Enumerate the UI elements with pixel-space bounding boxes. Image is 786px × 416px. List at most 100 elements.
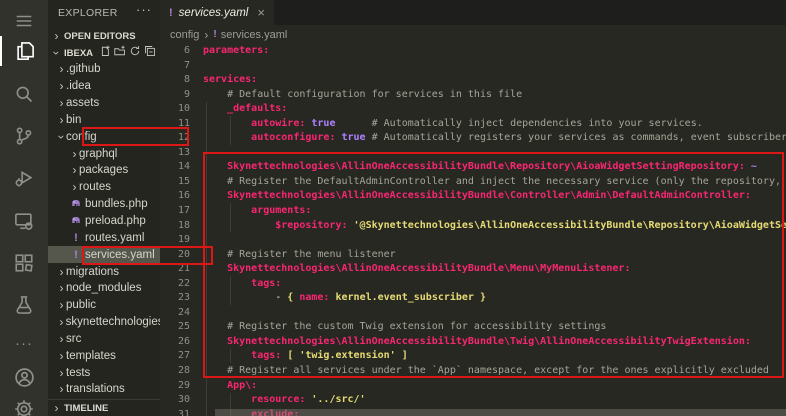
tree-item-bin[interactable]: › bin bbox=[48, 112, 160, 129]
line-number: 11 bbox=[177, 117, 190, 129]
code-line-text[interactable]: App\: bbox=[203, 379, 257, 394]
tree-item-label: routes.yaml bbox=[85, 231, 145, 244]
new-file-icon[interactable] bbox=[99, 45, 111, 57]
code-line-15: 15 # Register the DefaultAdminController… bbox=[160, 175, 786, 190]
tree-item-services-yaml[interactable]: ! services.yaml bbox=[48, 246, 160, 264]
php-file-icon bbox=[70, 197, 82, 212]
code-line-text[interactable]: # Register the custom Twig extension for… bbox=[203, 320, 606, 335]
line-number: 27 bbox=[177, 350, 190, 362]
tree-item-label: config bbox=[66, 130, 97, 143]
code-line-text[interactable]: autoconfigure: true # Automatically regi… bbox=[203, 131, 786, 146]
code-line-25: 25 # Register the custom Twig extension … bbox=[160, 320, 786, 335]
tree-item-skynettechnologies[interactable]: › skynettechnologies bbox=[48, 314, 160, 331]
code-line-text[interactable]: services: bbox=[203, 73, 257, 88]
breadcrumb-file[interactable]: services.yaml bbox=[221, 29, 288, 41]
explorer-icon[interactable] bbox=[0, 36, 48, 66]
collapse-all-icon[interactable] bbox=[144, 45, 156, 57]
code-line-text[interactable]: arguments: bbox=[203, 204, 311, 219]
code-line-text[interactable]: # Default configuration for services in … bbox=[203, 88, 522, 103]
horizontal-scrollbar[interactable] bbox=[215, 409, 786, 416]
code-line-text[interactable]: _defaults: bbox=[203, 102, 287, 117]
tree-item-graphql[interactable]: › graphql bbox=[48, 145, 160, 162]
tree-item-public[interactable]: › public bbox=[48, 297, 160, 314]
tree-item-routes[interactable]: › routes bbox=[48, 179, 160, 196]
code-line-8: 8 services: bbox=[160, 73, 786, 88]
account-icon[interactable] bbox=[0, 362, 48, 392]
code-line-text[interactable]: # Register all services under the `App` … bbox=[203, 364, 769, 379]
tree-item-label: preload.php bbox=[85, 215, 146, 228]
breadcrumb-config[interactable]: config bbox=[170, 29, 199, 41]
code-line-11: 11 autowire: true # Automatically inject… bbox=[160, 117, 786, 132]
line-number: 12 bbox=[177, 132, 190, 144]
new-folder-icon[interactable] bbox=[114, 45, 126, 57]
extensions-icon[interactable] bbox=[0, 248, 48, 278]
menu-icon[interactable] bbox=[0, 6, 48, 36]
tree-item-bundles-php[interactable]: bundles.php bbox=[48, 196, 160, 213]
yaml-file-icon: ! bbox=[169, 6, 173, 19]
code-line-6: 6 parameters: bbox=[160, 44, 786, 59]
line-number: 15 bbox=[177, 175, 190, 187]
code-line-text[interactable]: Skynettechnologies\AllinOneAccessibility… bbox=[203, 160, 757, 175]
code-line-14: 14 Skynettechnologies\AllinOneAccessibil… bbox=[160, 160, 786, 175]
settings-gear-icon[interactable] bbox=[0, 394, 48, 416]
yaml-file-icon: ! bbox=[74, 231, 78, 244]
tree-item-routes-yaml[interactable]: ! routes.yaml bbox=[48, 229, 160, 246]
line-number: 21 bbox=[177, 263, 190, 275]
tree-item-templates[interactable]: › templates bbox=[48, 347, 160, 364]
chevron-right-icon: › bbox=[59, 281, 64, 296]
code-line-text[interactable]: Skynettechnologies\AllinOneAccessibility… bbox=[203, 335, 751, 350]
code-line-text[interactable]: # Register the DefaultAdminController an… bbox=[203, 175, 781, 190]
workspace-label: IBEXA bbox=[64, 47, 94, 59]
tree-item-label: .idea bbox=[66, 80, 91, 93]
tree-item--github[interactable]: › .github bbox=[48, 61, 160, 78]
tree-item-tests[interactable]: › tests bbox=[48, 364, 160, 381]
open-editors-label: OPEN EDITORS bbox=[64, 30, 136, 42]
tree-item--idea[interactable]: › .idea bbox=[48, 78, 160, 95]
code-line-29: 29 App\: bbox=[160, 379, 786, 394]
tab-services-yaml[interactable]: ! services.yaml × bbox=[160, 0, 274, 25]
code-line-text[interactable]: parameters: bbox=[203, 44, 269, 59]
code-line-26: 26 Skynettechnologies\AllinOneAccessibil… bbox=[160, 335, 786, 350]
activity-bar: ··· bbox=[0, 0, 48, 416]
line-number: 7 bbox=[183, 59, 190, 71]
tree-item-src[interactable]: › src bbox=[48, 331, 160, 348]
refresh-icon[interactable] bbox=[129, 45, 141, 57]
yaml-file-icon: ! bbox=[74, 248, 78, 261]
more-icon[interactable]: ··· bbox=[0, 328, 48, 358]
code-line-28: 28 # Register all services under the `Ap… bbox=[160, 364, 786, 379]
code-line-text[interactable]: - { name: kernel.event_subscriber } bbox=[203, 291, 486, 306]
chevron-down-icon: › bbox=[49, 51, 64, 55]
code-line-text[interactable]: resource: '../src/' bbox=[203, 393, 365, 408]
code-line-text[interactable]: tags: [ 'twig.extension' ] bbox=[203, 349, 408, 364]
search-icon[interactable] bbox=[0, 79, 48, 109]
tree-item-label: bin bbox=[66, 113, 82, 126]
file-tree: › .github › .idea › assets › bin › config › graphql… bbox=[48, 61, 160, 398]
close-icon[interactable]: × bbox=[257, 6, 265, 19]
run-debug-icon[interactable] bbox=[0, 163, 48, 193]
code-line-text[interactable]: autowire: true # Automatically inject de… bbox=[203, 117, 703, 132]
code-line-text[interactable]: Skynettechnologies\AllinOneAccessibility… bbox=[203, 262, 630, 277]
code-line-text[interactable]: tags: bbox=[203, 277, 281, 292]
tree-item-preload-php[interactable]: preload.php bbox=[48, 213, 160, 230]
vscode-window: ··· EXPLORER ··· › OPEN EDITORS › IBEXA … bbox=[0, 0, 786, 416]
line-number: 31 bbox=[177, 408, 190, 416]
tree-item-assets[interactable]: › assets bbox=[48, 95, 160, 112]
test-beaker-icon[interactable] bbox=[0, 290, 48, 320]
line-number: 8 bbox=[183, 74, 190, 86]
tree-item-migrations[interactable]: › migrations bbox=[48, 263, 160, 280]
source-control-icon[interactable] bbox=[0, 121, 48, 151]
tree-item-label: public bbox=[66, 299, 97, 312]
code-line-text[interactable]: $repository: '@Skynettechnologies\AllinO… bbox=[203, 219, 786, 234]
tree-item-label: src bbox=[66, 332, 82, 345]
code-line-text[interactable]: # Register the menu listener bbox=[203, 248, 396, 263]
sidebar-more-actions-icon[interactable]: ··· bbox=[136, 2, 152, 17]
tree-item-label: node_modules bbox=[66, 282, 142, 295]
tree-item-config[interactable]: › config bbox=[48, 128, 160, 145]
tree-item-node-modules[interactable]: › node_modules bbox=[48, 280, 160, 297]
remote-explorer-icon[interactable] bbox=[0, 206, 48, 236]
open-editors-section[interactable]: › OPEN EDITORS bbox=[48, 28, 160, 44]
tree-item-packages[interactable]: › packages bbox=[48, 162, 160, 179]
tree-item-translations[interactable]: › translations bbox=[48, 381, 160, 398]
timeline-section[interactable]: › TIMELINE bbox=[48, 399, 160, 416]
code-line-text[interactable]: Skynettechnologies\AllinOneAccessibility… bbox=[203, 189, 751, 204]
